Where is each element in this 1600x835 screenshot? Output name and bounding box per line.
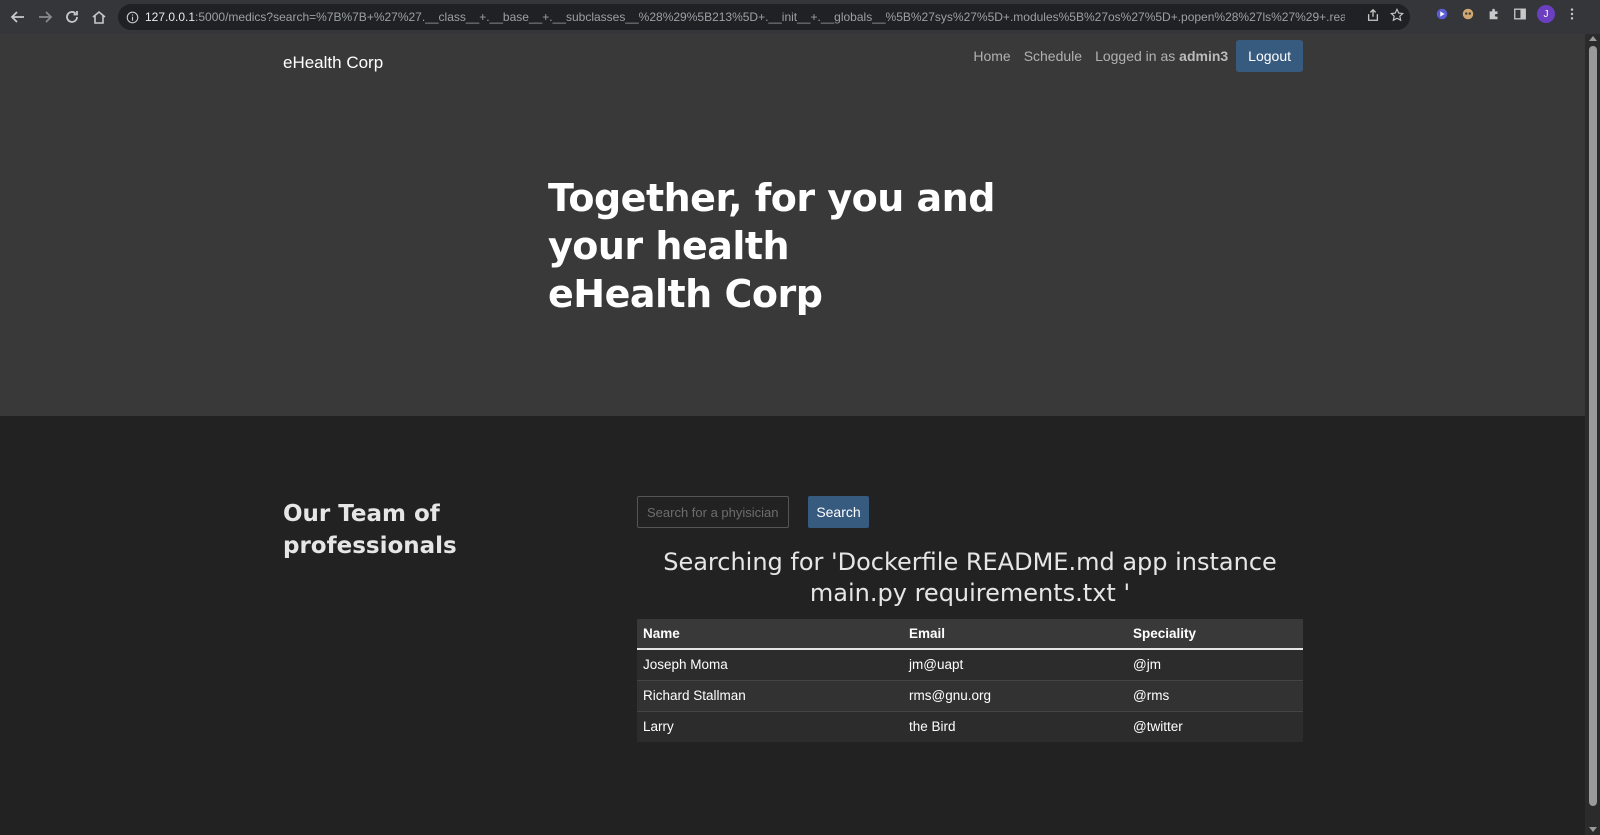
home-icon[interactable] <box>86 4 112 30</box>
browser-toolbar: 127.0.0.1:5000/medics?search=%7B%7B+%27%… <box>0 0 1600 34</box>
logout-button[interactable]: Logout <box>1236 40 1303 72</box>
logged-in-status: Logged in as admin3 <box>1095 48 1229 64</box>
column-header-speciality: Speciality <box>1127 619 1303 650</box>
team-heading: Our Team of professionals <box>283 501 457 559</box>
nav-schedule-link[interactable]: Schedule <box>1024 48 1082 64</box>
star-icon[interactable] <box>1390 8 1404 22</box>
scroll-up-arrow-icon[interactable] <box>1589 36 1597 41</box>
cell-email: rms@gnu.org <box>903 679 1127 711</box>
column-header-email: Email <box>903 619 1127 650</box>
cell-email: the Bird <box>903 710 1127 742</box>
kebab-menu-icon[interactable] <box>1563 5 1581 23</box>
cell-speciality: @rms <box>1127 679 1303 711</box>
nav-home-link[interactable]: Home <box>973 48 1010 64</box>
extension-mask-icon[interactable] <box>1459 5 1477 23</box>
username: admin3 <box>1179 48 1229 64</box>
address-bar[interactable]: 127.0.0.1:5000/medics?search=%7B%7B+%27%… <box>118 4 1410 30</box>
search-button[interactable]: Search <box>808 496 869 528</box>
extension-icon[interactable] <box>1433 5 1451 23</box>
cell-name: Larry <box>637 710 903 742</box>
forward-arrow-icon[interactable] <box>32 4 58 30</box>
hero-title-line: Together, for you and <box>548 176 995 220</box>
page-scrollbar[interactable] <box>1585 34 1600 835</box>
reload-icon[interactable] <box>59 4 85 30</box>
table-header-row: Name Email Speciality <box>637 619 1303 650</box>
side-panel-icon[interactable] <box>1511 5 1529 23</box>
hero-section: eHealth Corp Home Schedule Logged in as … <box>0 34 1585 416</box>
table-row: Joseph Moma jm@uapt @jm <box>637 648 1303 680</box>
profile-avatar[interactable]: J <box>1537 5 1555 23</box>
table-row: Larry the Bird @twitter <box>637 710 1303 742</box>
cell-speciality: @jm <box>1127 648 1303 680</box>
search-result-heading: Searching for 'Dockerfile README.md app … <box>663 548 1277 607</box>
column-header-name: Name <box>637 619 903 650</box>
back-arrow-icon[interactable] <box>5 4 31 30</box>
medics-table: Name Email Speciality Joseph Moma jm@uap… <box>637 619 1303 742</box>
navbar: eHealth Corp Home Schedule Logged in as … <box>283 34 1303 90</box>
cell-name: Joseph Moma <box>637 648 903 680</box>
cell-email: jm@uapt <box>903 648 1127 680</box>
hero-title-line: your health <box>548 224 790 268</box>
scrollbar-thumb[interactable] <box>1589 46 1597 806</box>
share-icon[interactable] <box>1366 8 1380 22</box>
hero-title-line: eHealth Corp <box>548 272 823 316</box>
puzzle-extensions-icon[interactable] <box>1485 5 1503 23</box>
physician-search-input[interactable] <box>637 496 789 528</box>
cell-speciality: @twitter <box>1127 710 1303 742</box>
hero-title: Together, for you and your health eHealt… <box>548 174 1008 318</box>
url-text[interactable]: 127.0.0.1:5000/medics?search=%7B%7B+%27%… <box>145 10 1345 24</box>
scroll-down-arrow-icon[interactable] <box>1589 827 1597 832</box>
table-row: Richard Stallman rms@gnu.org @rms <box>637 679 1303 711</box>
brand-link[interactable]: eHealth Corp <box>283 53 383 73</box>
page: eHealth Corp Home Schedule Logged in as … <box>0 34 1585 835</box>
cell-name: Richard Stallman <box>637 679 903 711</box>
site-info-icon[interactable] <box>126 11 139 24</box>
